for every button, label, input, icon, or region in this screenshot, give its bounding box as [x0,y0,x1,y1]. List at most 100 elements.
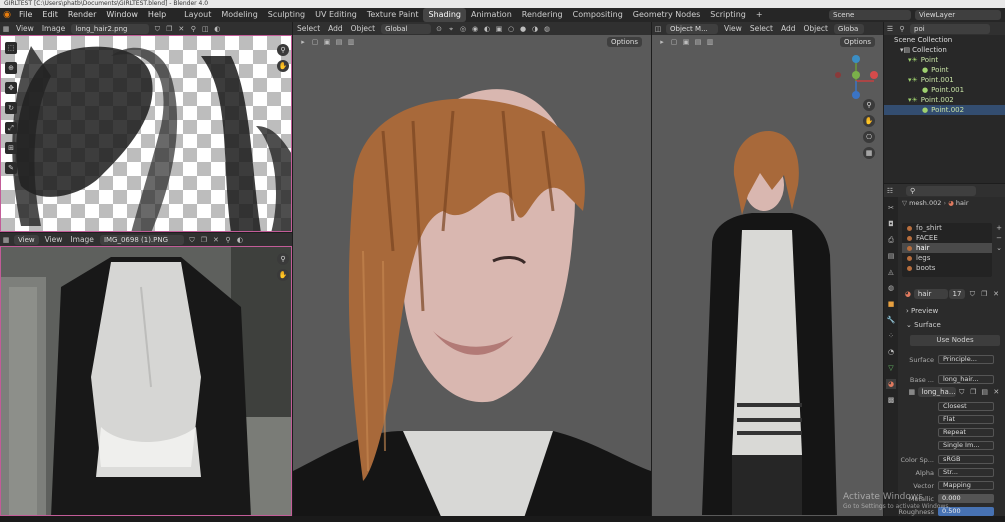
source-dropdown[interactable]: Single Im... [938,441,994,450]
projection-dropdown[interactable]: Flat [938,415,994,424]
filter-icon[interactable]: ⚲ [897,24,907,34]
options-button[interactable]: Options [607,37,643,47]
material-slot[interactable]: boots [902,263,992,273]
reference-photo[interactable]: ⚲ ✋ [0,246,292,516]
tool-tab-icon[interactable]: ✂ [886,203,896,213]
menu-select[interactable]: Select [293,24,324,33]
vector-field[interactable]: Mapping [938,481,994,490]
surface-shader-field[interactable]: Principle... [938,355,994,364]
pan-hand-icon[interactable]: ✋ [277,60,289,72]
interpolation-dropdown[interactable]: Closest [938,402,994,411]
toolbar-toggle-icon[interactable]: ▸ [298,37,308,47]
outliner-item[interactable]: ● Point.002 [884,105,1005,115]
duplicate-icon[interactable]: ❐ [968,387,978,397]
shading-solid-icon[interactable]: ● [518,24,528,34]
shading-wire-icon[interactable]: ○ [506,24,516,34]
fake-user-icon[interactable]: ⛉ [957,387,967,397]
editor-type-icon[interactable]: ☷ [885,186,895,196]
tab-uv-editing[interactable]: UV Editing [310,8,362,22]
tab-shading[interactable]: Shading [423,8,466,22]
tab-modeling[interactable]: Modeling [216,8,262,22]
outliner-item[interactable]: ▾☀ Point [884,55,1005,65]
pin-icon[interactable]: ⚲ [223,235,233,245]
material-slot[interactable]: fo_shirt [902,223,992,233]
slot-menu-icon[interactable]: ⌄ [994,243,1004,253]
menu-add[interactable]: Add [777,24,800,33]
blender-logo-icon[interactable]: ◉ [0,8,14,22]
material-slot[interactable]: legs [902,253,992,263]
viewport-right[interactable]: ▸ ▢ ▣ ▤ ▥ Options ⚲ ✋ ⎔ ▦ [652,35,883,516]
mode-invert-icon[interactable]: ▥ [346,37,356,47]
viewport-main[interactable]: ▸ ▢ ▣ ▤ ▥ Options [293,35,651,516]
scale-tool-icon[interactable]: ⤢ [5,122,17,134]
menu-render[interactable]: Render [63,8,101,22]
outliner-item[interactable]: ▾▤ Collection [884,45,1005,55]
image-selector[interactable]: long_hair2.png [71,23,150,34]
outliner-search[interactable]: poi [910,23,990,34]
snap-icon[interactable]: ◫ [200,24,210,34]
preview-section[interactable]: › Preview [906,307,938,315]
menu-image[interactable]: Image [38,24,70,33]
menu-window[interactable]: Window [101,8,143,22]
scene-tab-icon[interactable]: ◬ [886,267,896,277]
new-image-icon[interactable]: ❐ [199,235,209,245]
mode-selector[interactable]: Object M... [666,23,718,34]
outliner-item[interactable]: Scene Collection [884,35,1005,45]
fake-user-icon[interactable]: ⛉ [152,24,162,34]
pin-icon[interactable]: ⚲ [188,24,198,34]
surface-section[interactable]: ⌄ Surface [906,321,941,329]
menu-view[interactable]: View [12,24,38,33]
tab-texture-paint[interactable]: Texture Paint [362,8,424,22]
scene-selector[interactable]: Scene [829,10,911,20]
material-slot[interactable]: FACEE [902,233,992,243]
tab-sculpting[interactable]: Sculpting [263,8,310,22]
add-slot-icon[interactable]: + [994,223,1004,233]
particles-tab-icon[interactable]: ⁘ [886,331,896,341]
outliner-item[interactable]: ● Point [884,65,1005,75]
menu-image[interactable]: Image [66,235,98,244]
texture-tab-icon[interactable]: ▩ [886,395,896,405]
modifier-tab-icon[interactable]: 🔧 [886,315,896,325]
shading-render-icon[interactable]: ◍ [542,24,552,34]
image-name-field[interactable]: long_ha... [917,386,956,397]
close-icon[interactable]: ✕ [176,24,186,34]
overlays-icon[interactable]: ◐ [482,24,492,34]
rotate-tool-icon[interactable]: ↻ [5,102,17,114]
tab-layout[interactable]: Layout [179,8,216,22]
xray-icon[interactable]: ▣ [494,24,504,34]
editor-type-icon[interactable]: ☰ [885,24,895,34]
close-icon[interactable]: ✕ [991,289,1001,299]
image-selector[interactable]: IMG_0698 (1).PNG [99,234,184,245]
zoom-icon[interactable]: ⚲ [277,44,289,56]
tab-compositing[interactable]: Compositing [568,8,628,22]
overlay-icon[interactable]: ◐ [212,24,222,34]
base-color-field[interactable]: long_hair... [938,375,994,384]
material-users[interactable]: 17 [948,288,966,299]
view-layer-selector[interactable]: ViewLayer [915,10,1001,20]
menu-edit[interactable]: Edit [37,8,63,22]
output-tab-icon[interactable]: ⎙ [886,235,896,245]
menu-view[interactable]: View [41,235,67,244]
grab-tool-icon[interactable]: ✥ [5,82,17,94]
material-tab-icon[interactable]: ◕ [886,379,896,389]
tab-rendering[interactable]: Rendering [517,8,568,22]
close-icon[interactable]: ✕ [211,235,221,245]
menu-file[interactable]: File [14,8,37,22]
tab-geometry-nodes[interactable]: Geometry Nodes [628,8,705,22]
duplicate-icon[interactable]: ❐ [979,289,989,299]
orientation-selector[interactable]: Global [381,23,432,34]
menu-add[interactable]: Add [324,24,347,33]
metallic-slider[interactable]: 0.000 [938,494,994,503]
shading-material-icon[interactable]: ◑ [530,24,540,34]
new-image-icon[interactable]: ❐ [164,24,174,34]
visibility-icon[interactable]: ◉ [470,24,480,34]
roughness-slider[interactable]: 0.500 [938,507,994,516]
mode-extend-icon[interactable]: ▣ [322,37,332,47]
remove-slot-icon[interactable]: − [994,233,1004,243]
color-space-dropdown[interactable]: sRGB [938,455,994,464]
use-nodes-button[interactable]: Use Nodes [910,335,1000,346]
outliner-item[interactable]: ▾☀ Point.002 [884,95,1005,105]
open-image-icon[interactable]: ▤ [980,387,990,397]
material-slot-active[interactable]: hair [902,243,992,253]
mode-subtract-icon[interactable]: ▤ [334,37,344,47]
